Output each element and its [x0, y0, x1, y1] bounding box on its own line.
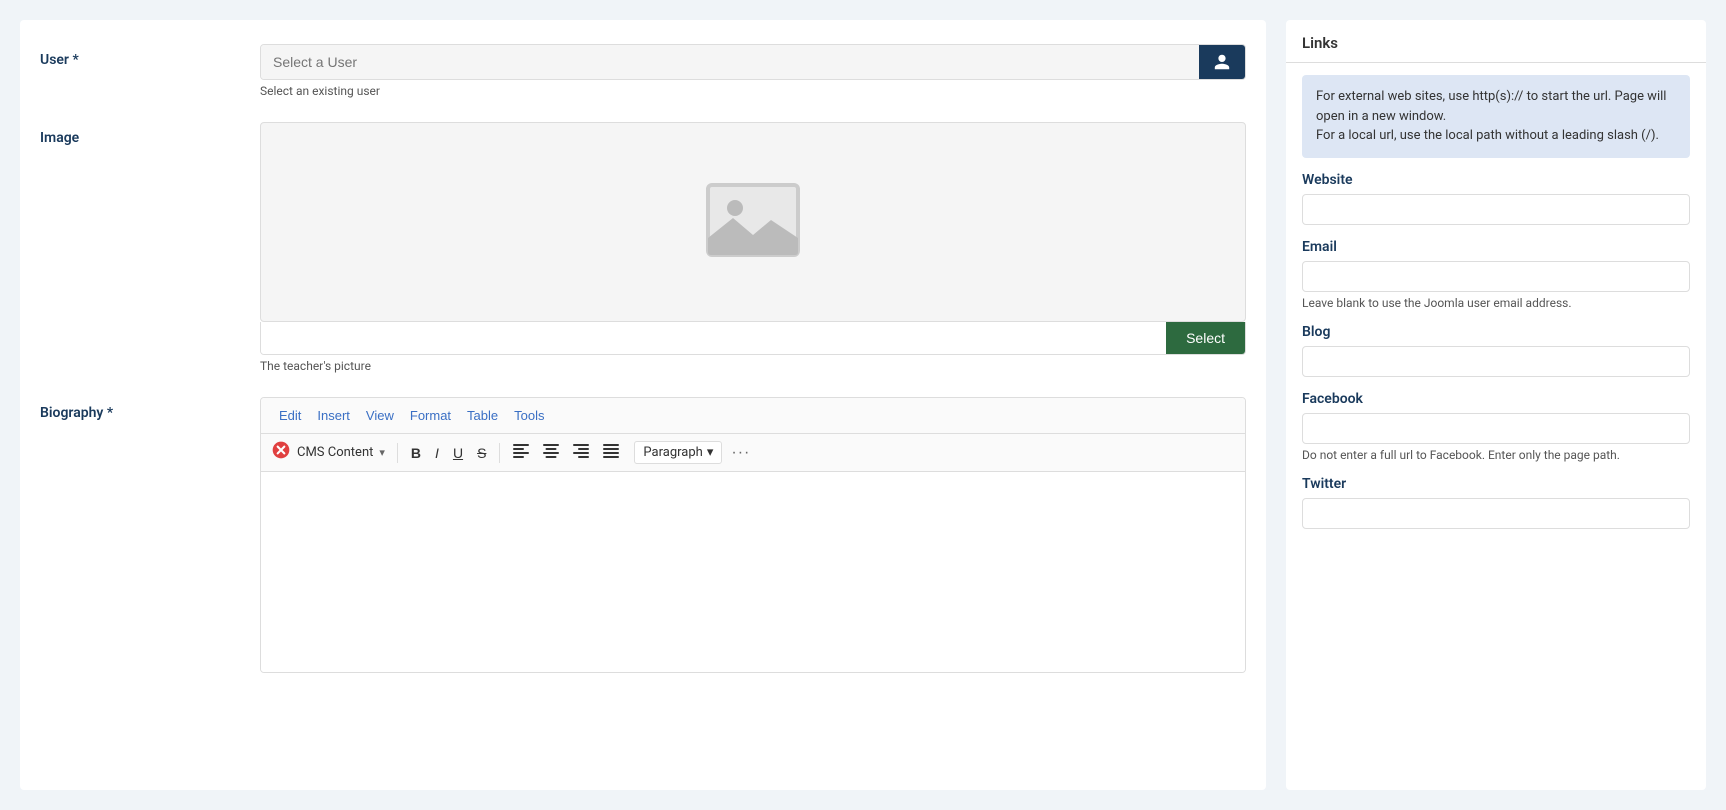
links-fields: Website Email Leave blank to use the Joo… — [1286, 172, 1706, 545]
links-info-box: For external web sites, use http(s):// t… — [1302, 75, 1690, 158]
blog-input[interactable] — [1302, 346, 1690, 377]
paragraph-label: Paragraph — [643, 445, 702, 460]
user-label: User * — [40, 44, 240, 68]
align-right-icon — [573, 444, 589, 458]
editor-wrapper: Edit Insert View Format Table Tools — [260, 397, 1246, 673]
editor-menu-table[interactable]: Table — [459, 404, 506, 427]
editor-italic-button[interactable]: I — [430, 443, 444, 463]
image-field-row: Image Select The teacher's picture — [40, 122, 1246, 373]
editor-strikethrough-button[interactable]: S — [472, 443, 491, 463]
editor-menubar: Edit Insert View Format Table Tools — [261, 398, 1245, 434]
biography-field: Edit Insert View Format Table Tools — [260, 397, 1246, 673]
image-upload-area — [260, 122, 1246, 322]
cms-logo — [271, 440, 291, 465]
image-placeholder-icon — [703, 180, 803, 264]
main-content: User * Select an existing user Image — [20, 20, 1266, 790]
user-select-input[interactable] — [261, 45, 1199, 79]
editor-divider-1 — [397, 443, 398, 463]
editor-align-left-button[interactable] — [508, 442, 534, 463]
user-field-row: User * Select an existing user — [40, 44, 1246, 98]
twitter-label: Twitter — [1302, 476, 1690, 492]
editor-divider-2 — [499, 443, 500, 463]
user-field: Select an existing user — [260, 44, 1246, 98]
editor-underline-button[interactable]: U — [448, 443, 468, 463]
sidebar: Links For external web sites, use http(s… — [1286, 20, 1706, 790]
biography-label: Biography * — [40, 397, 240, 421]
image-select-button[interactable]: Select — [1166, 322, 1245, 354]
image-label: Image — [40, 122, 240, 146]
image-field: Select The teacher's picture — [260, 122, 1246, 373]
editor-paragraph-select[interactable]: Paragraph ▾ — [634, 441, 722, 464]
align-left-icon — [513, 444, 529, 458]
editor-brand: CMS Content ▾ — [271, 440, 385, 465]
facebook-hint: Do not enter a full url to Facebook. Ent… — [1302, 448, 1690, 462]
user-icon — [1213, 53, 1231, 71]
editor-menu-view[interactable]: View — [358, 404, 402, 427]
biography-field-row: Biography * Edit Insert View Format Tabl… — [40, 397, 1246, 673]
user-hint: Select an existing user — [260, 84, 1246, 98]
user-select-wrapper — [260, 44, 1246, 80]
editor-brand-text: CMS Content — [297, 445, 373, 460]
email-input[interactable] — [1302, 261, 1690, 292]
editor-body[interactable] — [261, 472, 1245, 672]
editor-menu-insert[interactable]: Insert — [309, 404, 358, 427]
justify-icon — [603, 444, 619, 458]
website-input[interactable] — [1302, 194, 1690, 225]
editor-menu-edit[interactable]: Edit — [271, 404, 309, 427]
links-panel: Links For external web sites, use http(s… — [1286, 20, 1706, 545]
align-center-icon — [543, 444, 559, 458]
image-path-input[interactable] — [261, 322, 1166, 354]
website-label: Website — [1302, 172, 1690, 188]
facebook-label: Facebook — [1302, 391, 1690, 407]
image-hint: The teacher's picture — [260, 359, 1246, 373]
email-label: Email — [1302, 239, 1690, 255]
editor-align-right-button[interactable] — [568, 442, 594, 463]
email-hint: Leave blank to use the Joomla user email… — [1302, 296, 1690, 310]
paragraph-dropdown-arrow: ▾ — [707, 445, 714, 460]
editor-more-button[interactable]: ··· — [726, 442, 755, 464]
editor-menu-tools[interactable]: Tools — [506, 404, 552, 427]
user-select-button[interactable] — [1199, 45, 1245, 79]
twitter-input[interactable] — [1302, 498, 1690, 529]
image-select-row: Select — [260, 322, 1246, 355]
links-title: Links — [1286, 20, 1706, 63]
links-info-text: For external web sites, use http(s):// t… — [1316, 89, 1666, 143]
editor-dropdown-arrow: ▾ — [379, 446, 385, 459]
editor-justify-button[interactable] — [598, 442, 624, 463]
editor-toolbar: CMS Content ▾ B I U S — [261, 434, 1245, 472]
facebook-input[interactable] — [1302, 413, 1690, 444]
editor-menu-format[interactable]: Format — [402, 404, 459, 427]
editor-bold-button[interactable]: B — [406, 443, 426, 463]
blog-label: Blog — [1302, 324, 1690, 340]
editor-align-center-button[interactable] — [538, 442, 564, 463]
